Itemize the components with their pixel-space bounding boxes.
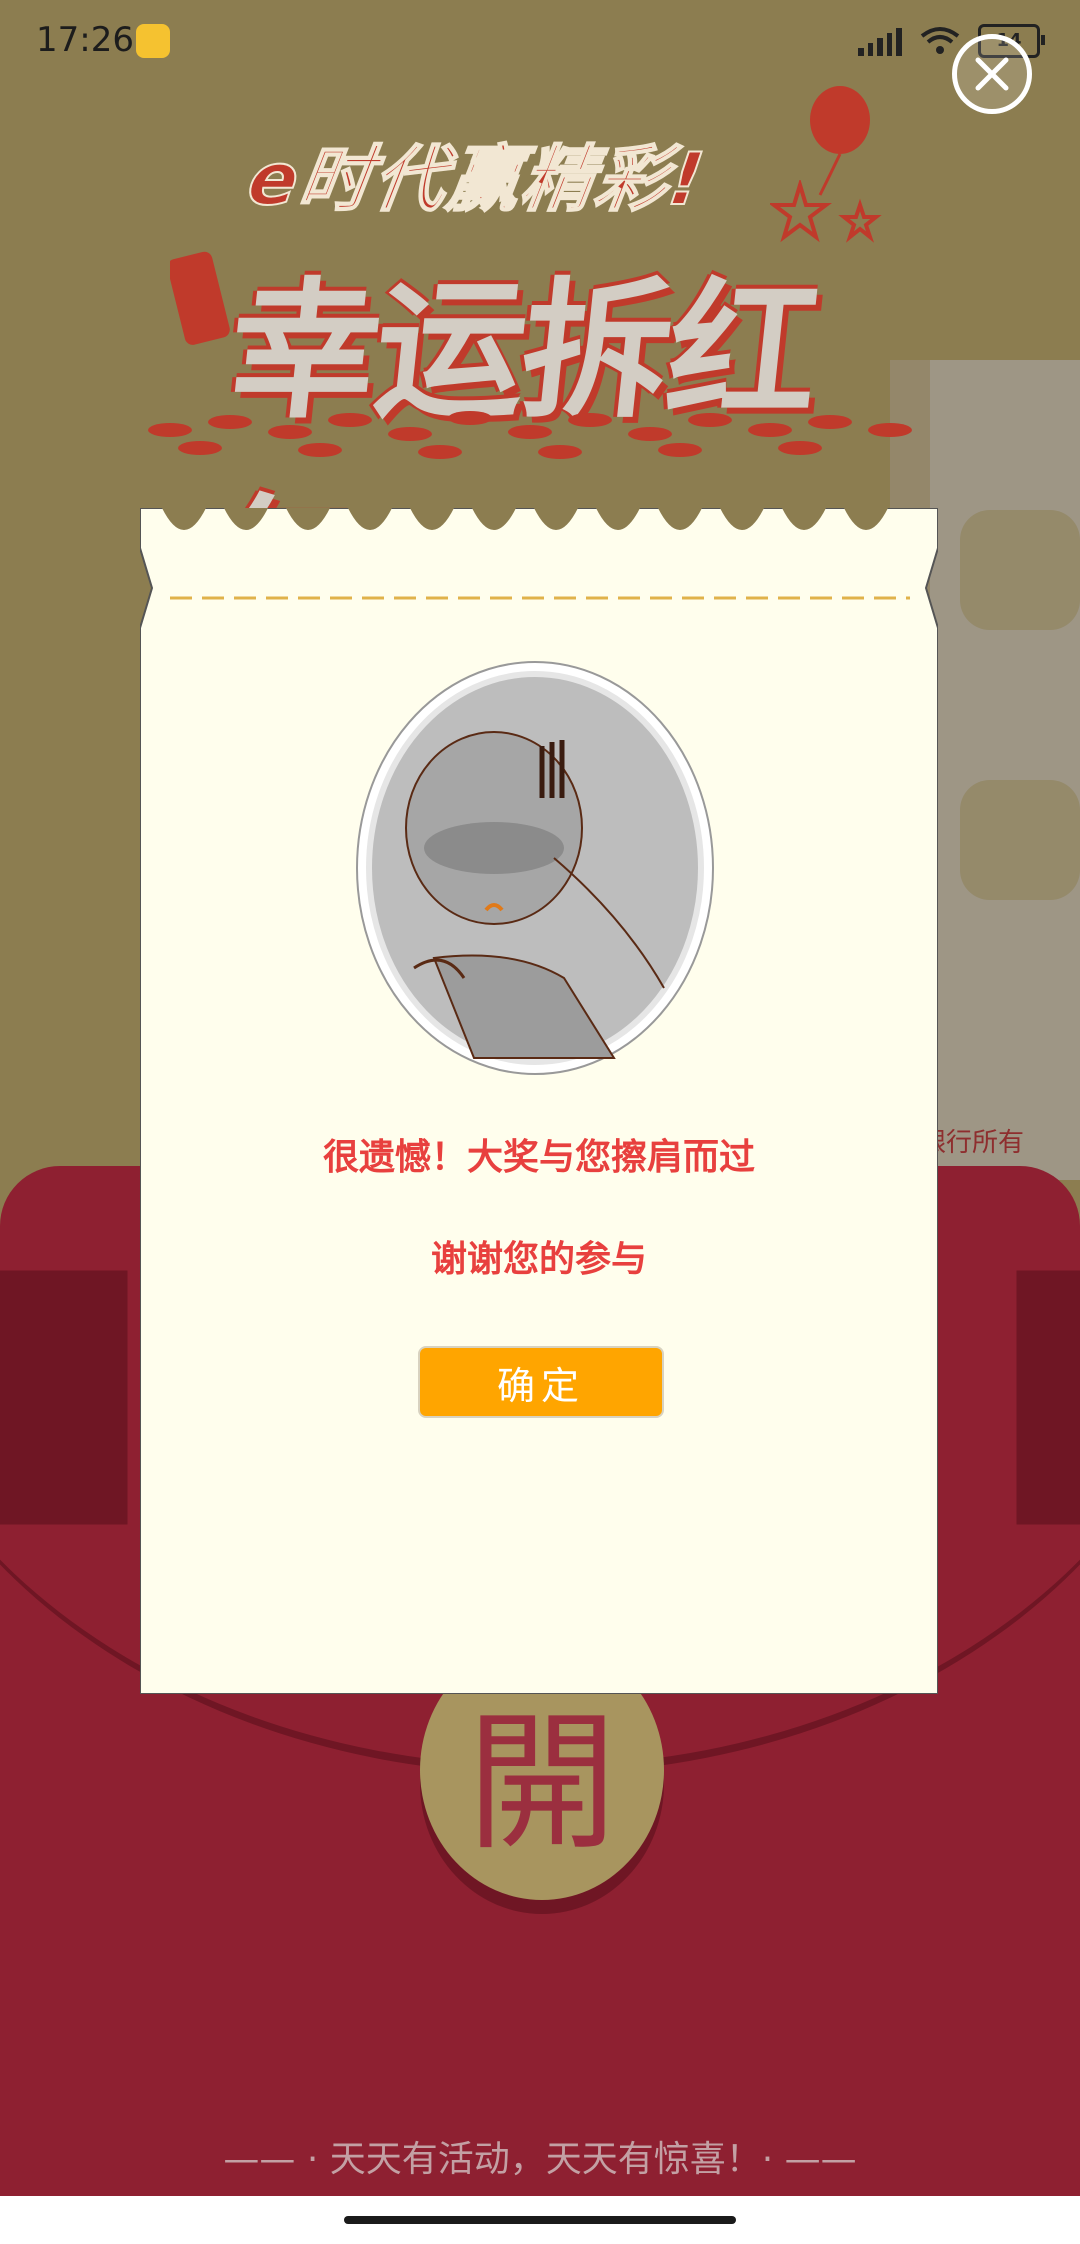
sad-mascot-image	[356, 661, 714, 1075]
star-icon	[770, 180, 882, 243]
footer-slogan: —— · 天天有活动，天天有惊喜！· ——	[223, 2139, 857, 2180]
banner-dots	[148, 411, 912, 459]
home-indicator[interactable]	[344, 2216, 736, 2224]
close-button[interactable]	[952, 34, 1032, 114]
status-bar: 17:26 14	[0, 0, 1080, 90]
wifi-icon	[920, 27, 960, 54]
confirm-button[interactable]: 确定	[418, 1346, 664, 1418]
banner-tagline: e时代赢精彩!	[242, 136, 711, 222]
app-notification-icon	[136, 24, 170, 58]
result-dialog: 很遗憾！大奖与您擦肩而过 谢谢您的参与 确定	[140, 508, 938, 1694]
lucky-red-envelope-banner: e时代赢精彩! 幸运拆红包	[170, 60, 930, 656]
phone-icon	[170, 251, 230, 345]
status-time: 17:26	[36, 20, 134, 60]
close-icon	[975, 57, 1009, 91]
thanks-message: 谢谢您的参与	[430, 1239, 647, 1280]
result-message: 很遗憾！大奖与您擦肩而过	[322, 1137, 755, 1178]
signal-icon	[858, 26, 902, 56]
